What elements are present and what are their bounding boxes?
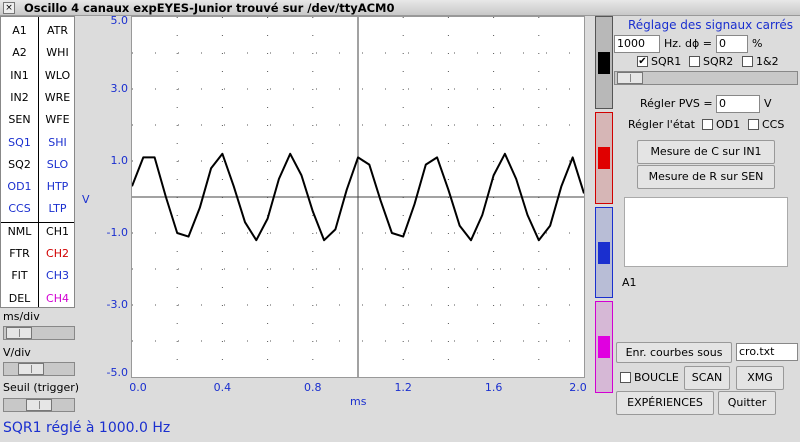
cmd-button[interactable]: OD1 bbox=[1, 175, 38, 198]
cmd-button[interactable]: HTP bbox=[39, 175, 76, 198]
cmd-button[interactable]: SLO bbox=[39, 153, 76, 176]
timebase-label: ms/div bbox=[3, 310, 40, 323]
cmd-button[interactable]: WRE bbox=[39, 86, 76, 109]
x-tick-label: 0.8 bbox=[304, 381, 322, 394]
cmd-button[interactable]: DEL bbox=[1, 287, 38, 310]
loop-label: BOUCLE bbox=[634, 371, 679, 384]
command-grid: A1 ATR A2 WHI IN1 WLO IN2 WRE SEN WFE SQ1 SHI SQ2 SLO… bbox=[0, 16, 75, 308]
cmd-button[interactable]: WFE bbox=[39, 108, 76, 131]
sqr1-checkbox[interactable]: ✔ bbox=[637, 56, 648, 67]
vdiv-slider[interactable] bbox=[3, 362, 75, 376]
cmd-button[interactable]: SHI bbox=[39, 131, 76, 154]
vdiv-label: V/div bbox=[3, 346, 31, 359]
cmd-button[interactable]: SQ2 bbox=[1, 153, 38, 176]
y-tick-label: 5.0 bbox=[110, 14, 129, 27]
cmd-button[interactable]: FIT bbox=[1, 264, 38, 287]
cmd-button[interactable]: CCS bbox=[1, 197, 38, 220]
slider-thumb[interactable] bbox=[26, 399, 52, 411]
frequency-slider[interactable] bbox=[614, 71, 798, 85]
scan-button[interactable]: SCAN bbox=[684, 366, 730, 390]
ch2-offset-handle[interactable] bbox=[598, 147, 610, 169]
od1-checkbox[interactable] bbox=[702, 119, 713, 130]
oscilloscope-window: × Oscillo 4 canaux expEYES-Junior trouvé… bbox=[0, 0, 800, 442]
slider-thumb[interactable] bbox=[617, 72, 643, 84]
cmd-button[interactable]: WHI bbox=[39, 41, 76, 64]
x-tick-label: 2.0 bbox=[569, 381, 587, 394]
cmd-button[interactable]: A2 bbox=[1, 41, 38, 64]
grid-divider bbox=[38, 17, 39, 307]
pvs-label: Régler PVS = bbox=[640, 97, 713, 110]
pvs-unit: V bbox=[764, 97, 772, 110]
cmd-button[interactable]: CH2 bbox=[39, 242, 76, 265]
save-filename-input[interactable]: cro.txt bbox=[736, 343, 798, 361]
y-tick-label: 3.0 bbox=[110, 82, 129, 95]
ch1-offset-handle[interactable] bbox=[598, 52, 610, 74]
frequency-input[interactable]: 1000 bbox=[614, 35, 660, 53]
phase-input[interactable]: 0 bbox=[716, 35, 748, 53]
y-tick-label: 1.0 bbox=[110, 154, 129, 167]
output-text-area[interactable] bbox=[624, 197, 788, 267]
x-tick-label: 0.4 bbox=[213, 381, 232, 394]
channel-strip-ch4[interactable] bbox=[595, 301, 613, 393]
ch4-offset-handle[interactable] bbox=[598, 336, 610, 358]
trigger-label: Seuil (trigger) bbox=[3, 381, 80, 394]
cmd-button[interactable]: IN2 bbox=[1, 86, 38, 109]
channel-strip-ch1[interactable] bbox=[595, 16, 613, 109]
experiences-button[interactable]: EXPÉRIENCES bbox=[616, 391, 714, 415]
pvs-input[interactable]: 0 bbox=[716, 95, 760, 113]
od1-label: OD1 bbox=[716, 118, 741, 131]
cmd-button[interactable]: LTP bbox=[39, 197, 76, 220]
square-signals-title: Réglage des signaux carrés bbox=[628, 18, 794, 32]
grid-divider bbox=[1, 222, 74, 223]
cmd-button[interactable]: SEN bbox=[1, 108, 38, 131]
x-tick-label: 1.6 bbox=[484, 381, 503, 394]
close-icon[interactable]: × bbox=[3, 2, 15, 14]
ccs-label: CCS bbox=[762, 118, 785, 131]
x-tick-label: 0.0 bbox=[129, 381, 147, 394]
ch3-offset-handle[interactable] bbox=[598, 242, 610, 264]
measure-c-button[interactable]: Mesure de C sur IN1 bbox=[637, 140, 775, 164]
sqr2-label: SQR2 bbox=[703, 55, 734, 68]
channel-strip-ch3[interactable] bbox=[595, 207, 613, 298]
status-bar-text: SQR1 réglé à 1000.0 Hz bbox=[3, 420, 171, 436]
loop-checkbox[interactable] bbox=[620, 372, 631, 383]
slider-thumb[interactable] bbox=[6, 327, 32, 339]
cmd-button[interactable]: A1 bbox=[1, 19, 38, 42]
sq12-checkbox[interactable] bbox=[742, 56, 753, 67]
channel-strip-ch2[interactable] bbox=[595, 112, 613, 204]
cmd-button[interactable]: WLO bbox=[39, 64, 76, 87]
frequency-unit: Hz. dϕ = bbox=[664, 37, 712, 50]
measure-r-button[interactable]: Mesure de R sur SEN bbox=[637, 165, 775, 189]
sqr1-label: SQR1 bbox=[651, 55, 682, 68]
x-tick-label: 1.2 bbox=[394, 381, 412, 394]
cmd-button[interactable]: FTR bbox=[1, 242, 38, 265]
sqr2-checkbox[interactable] bbox=[689, 56, 700, 67]
slider-thumb[interactable] bbox=[18, 363, 44, 375]
cmd-button[interactable]: SQ1 bbox=[1, 131, 38, 154]
y-tick-label: -5.0 bbox=[106, 366, 128, 379]
window-title: Oscillo 4 canaux expEYES-Junior trouvé s… bbox=[24, 1, 395, 15]
timebase-slider[interactable] bbox=[3, 326, 75, 340]
state-label: Régler l'état bbox=[628, 118, 695, 131]
plot-canvas bbox=[131, 17, 585, 377]
cmd-button[interactable]: ATR bbox=[39, 19, 76, 42]
phase-unit: % bbox=[752, 37, 763, 50]
cmd-button[interactable]: CH4 bbox=[39, 287, 76, 310]
trigger-slider[interactable] bbox=[3, 398, 75, 412]
cmd-button[interactable]: CH3 bbox=[39, 264, 76, 287]
current-channel-label: A1 bbox=[622, 276, 637, 289]
ccs-checkbox[interactable] bbox=[748, 119, 759, 130]
xmg-button[interactable]: XMG bbox=[736, 366, 784, 390]
save-curves-button[interactable]: Enr. courbes sous bbox=[616, 342, 732, 363]
quit-button[interactable]: Quitter bbox=[718, 391, 776, 415]
y-tick-label: -3.0 bbox=[106, 298, 128, 311]
x-axis-label: ms bbox=[350, 395, 367, 408]
cmd-button[interactable]: IN1 bbox=[1, 64, 38, 87]
y-axis-label: V bbox=[82, 193, 90, 206]
oscilloscope-plot[interactable] bbox=[131, 16, 585, 378]
y-tick-label: -1.0 bbox=[106, 226, 128, 239]
cmd-button[interactable]: CH1 bbox=[39, 220, 76, 243]
cmd-button[interactable]: NML bbox=[1, 220, 38, 243]
sq12-label: 1&2 bbox=[756, 55, 779, 68]
